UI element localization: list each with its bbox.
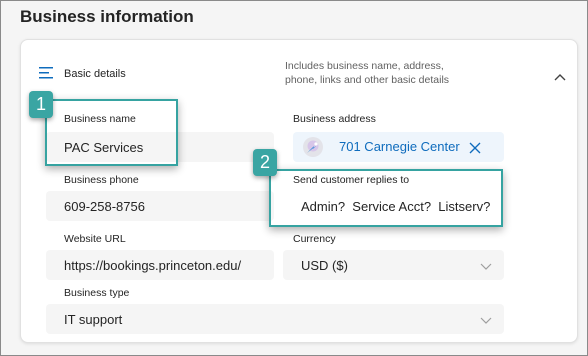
business-type-label: Business type bbox=[64, 287, 130, 299]
callout-badge-1: 1 bbox=[29, 91, 53, 118]
callout-badge-2: 2 bbox=[253, 149, 277, 176]
business-type-select[interactable]: IT support bbox=[46, 304, 504, 334]
screenshot-frame: Business information Basic details Inclu… bbox=[0, 0, 588, 356]
business-name-label: Business name bbox=[64, 113, 136, 125]
website-url-field[interactable]: https://bookings.princeton.edu/ bbox=[46, 250, 274, 280]
currency-value: USD ($) bbox=[301, 257, 348, 273]
list-icon bbox=[39, 66, 53, 84]
chevron-down-icon[interactable] bbox=[480, 313, 492, 328]
page-title: Business information bbox=[20, 7, 194, 26]
business-phone-label: Business phone bbox=[64, 174, 139, 186]
currency-label: Currency bbox=[293, 233, 336, 245]
business-address-field[interactable]: 701 Carnegie Center bbox=[293, 132, 504, 162]
business-name-field[interactable]: PAC Services bbox=[46, 132, 274, 162]
section-title: Basic details bbox=[64, 68, 126, 80]
basic-details-card: Basic details Includes business name, ad… bbox=[20, 39, 578, 343]
close-icon[interactable] bbox=[469, 141, 481, 159]
website-url-label: Website URL bbox=[64, 233, 126, 245]
currency-select[interactable]: USD ($) bbox=[283, 250, 504, 280]
business-type-value: IT support bbox=[64, 311, 123, 327]
business-address-label: Business address bbox=[293, 113, 376, 125]
section-description: Includes business name, address, phone, … bbox=[285, 60, 450, 86]
business-phone-field[interactable]: 609-258-8756 bbox=[46, 191, 274, 221]
send-replies-field[interactable]: Admin? Service Acct? Listserv? bbox=[283, 191, 504, 221]
chevron-down-icon[interactable] bbox=[480, 259, 492, 274]
map-pin-avatar-icon bbox=[303, 137, 323, 162]
send-replies-label: Send customer replies to bbox=[293, 174, 410, 186]
business-address-value: 701 Carnegie Center bbox=[339, 139, 460, 154]
chevron-up-icon[interactable] bbox=[554, 68, 566, 86]
